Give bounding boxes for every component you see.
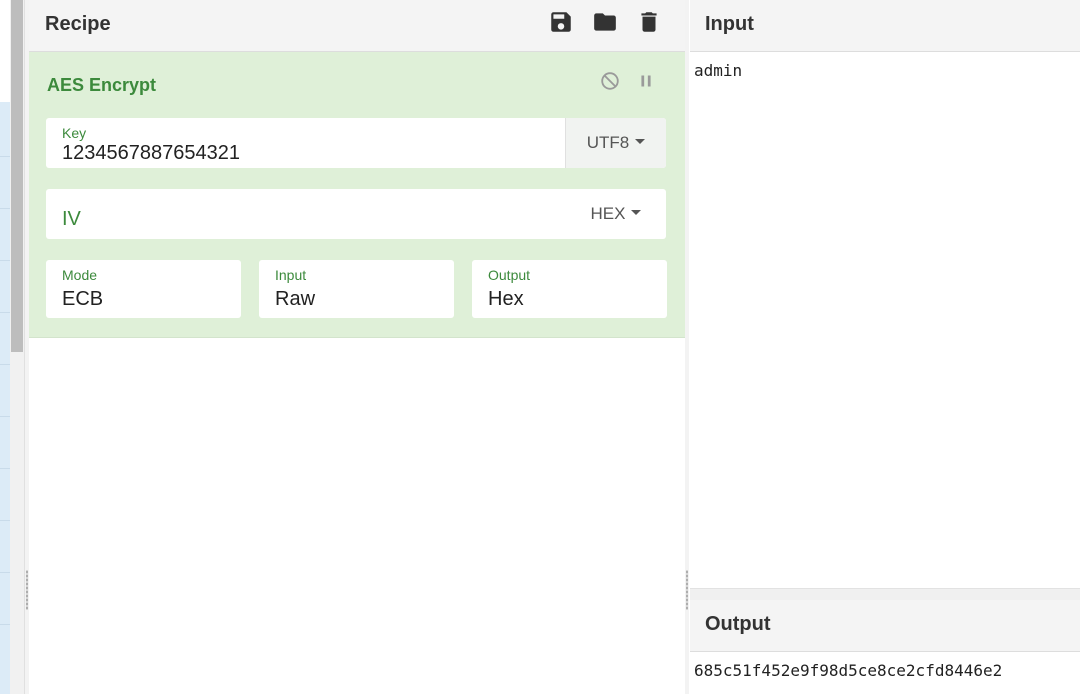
key-field[interactable]: Key 1234567887654321 UTF8 [46,118,666,168]
iv-encoding-label: HEX [590,204,626,223]
key-encoding-dropdown[interactable]: UTF8 [565,118,666,168]
input-header: Input [690,0,1080,52]
list-divider [0,364,10,365]
output-text[interactable]: 685c51f452e9f98d5ce8ce2cfd8446e2 [694,661,1002,680]
operations-list-lower [0,102,10,694]
operation-title: AES Encrypt [47,75,157,95]
recipe-header: Recipe [29,0,685,52]
mode-select[interactable]: Mode ECB [46,260,241,318]
list-divider [0,572,10,573]
list-divider [0,208,10,209]
folder-icon[interactable] [591,8,619,36]
list-divider [0,416,10,417]
list-divider [0,468,10,469]
output-header: Output [690,600,1080,652]
operations-scrollbar-thumb[interactable] [11,0,23,352]
recipe-panel: Recipe AES Encrypt Key 1234567887654321 … [29,0,685,694]
list-divider [0,312,10,313]
save-icon[interactable] [547,8,575,36]
iv-encoding-dropdown[interactable]: HEX [566,189,666,239]
chevron-down-icon [635,138,646,144]
output-format-select[interactable]: Output Hex [472,260,667,318]
list-divider [0,260,10,261]
trash-icon[interactable] [635,8,663,36]
list-divider [0,624,10,625]
output-title: Output [705,613,771,635]
output-format-value: Hex [488,288,524,310]
key-label: Key [62,125,87,141]
key-encoding-label: UTF8 [586,133,630,152]
recipe-title: Recipe [45,13,111,35]
disable-icon[interactable] [599,70,621,97]
input-format-label: Input [275,267,307,283]
mode-label: Mode [62,267,98,283]
pause-icon[interactable] [635,70,657,97]
io-panel: Input admin Output 685c51f452e9f98d5ce8c… [690,0,1080,694]
key-value[interactable]: 1234567887654321 [62,142,240,165]
chevron-down-icon [631,209,642,215]
output-format-label: Output [488,267,531,283]
input-textarea[interactable]: admin [694,61,742,80]
operations-list-edge [0,0,10,694]
iv-label: IV [62,208,81,230]
list-divider [0,520,10,521]
center-resize-handle[interactable] [685,0,689,694]
input-format-value: Raw [275,288,316,310]
mode-value: ECB [62,288,104,310]
iv-field[interactable]: IV HEX [46,189,666,239]
aes-encrypt-operation: AES Encrypt Key 1234567887654321 UTF8 IV… [29,52,685,338]
list-divider [0,156,10,157]
operations-list-upper [0,0,10,103]
input-title: Input [705,13,754,35]
input-format-select[interactable]: Input Raw [259,260,454,318]
